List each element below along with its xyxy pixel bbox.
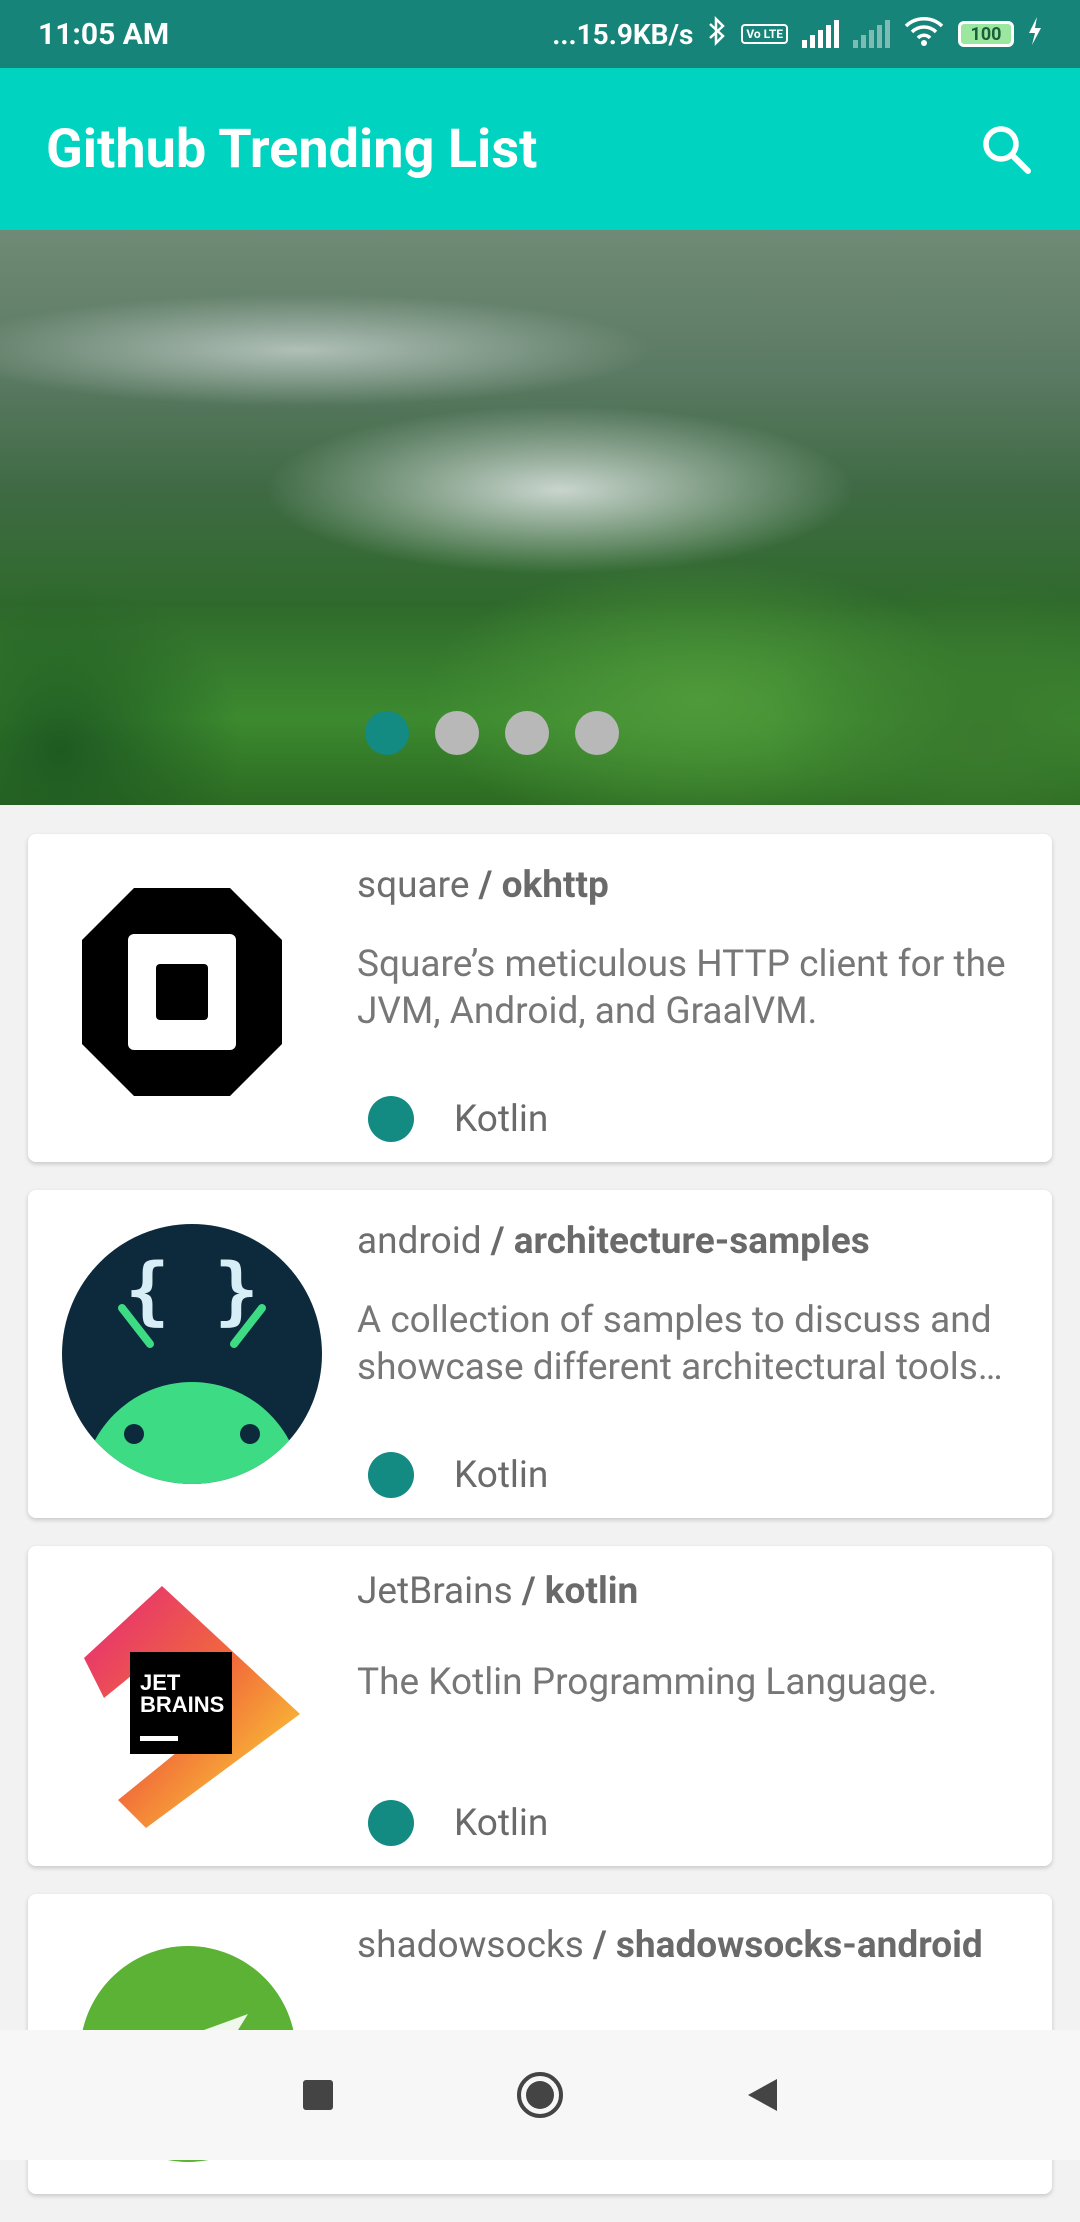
status-icons: ...15.9KB/s Vo LTE 100: [552, 15, 1042, 53]
repo-separator: /: [481, 1220, 514, 1263]
repo-separator: /: [512, 1570, 545, 1613]
android-logo-icon: { }: [62, 1224, 322, 1484]
wifi-icon: [904, 16, 944, 53]
braces-text: { }: [125, 1248, 259, 1334]
repo-card-body: JetBrains / kotlin The Kotlin Programmin…: [357, 1570, 1012, 1706]
repo-card-body: shadowsocks / shadowsocks-android: [357, 1924, 1012, 1967]
jetbrains-logo-icon: JET BRAINS: [64, 1580, 300, 1828]
language-label: Kotlin: [454, 1097, 549, 1141]
carousel-dot-1[interactable]: [365, 711, 409, 755]
carousel-dot-2[interactable]: [435, 711, 479, 755]
repo-name: okhttp: [501, 864, 609, 907]
repo-name: shadowsocks-android: [615, 1924, 983, 1967]
language-color-dot: [368, 1452, 414, 1498]
carousel-dot-3[interactable]: [505, 711, 549, 755]
repo-owner: JetBrains: [357, 1570, 513, 1613]
search-icon[interactable]: [978, 121, 1034, 177]
jetbrains-logo-line2: BRAINS: [140, 1692, 224, 1717]
square-logo-icon: [64, 874, 300, 1110]
language-color-dot: [368, 1096, 414, 1142]
language-color-dot: [368, 1800, 414, 1846]
repo-card-kotlin[interactable]: JET BRAINS JetBrains / kotlin The Kotlin…: [28, 1546, 1052, 1866]
repo-card-body: android / architecture-samples A collect…: [357, 1220, 1012, 1391]
language-label: Kotlin: [454, 1453, 549, 1497]
repo-language: Kotlin: [368, 1800, 548, 1846]
system-nav-bar: [0, 2030, 1080, 2160]
status-time: 11:05 AM: [38, 16, 170, 52]
banner-carousel[interactable]: [0, 230, 1080, 805]
carousel-dot-4[interactable]: [575, 711, 619, 755]
signal-icon-secondary: [853, 20, 890, 48]
repo-description: Square’s meticulous HTTP client for the …: [357, 943, 1006, 1033]
repo-name: kotlin: [544, 1570, 639, 1613]
repo-owner: shadowsocks: [357, 1924, 584, 1967]
recent-apps-button[interactable]: [301, 2078, 335, 2112]
status-bar: 11:05 AM ...15.9KB/s Vo LTE 100: [0, 0, 1080, 68]
repo-owner: android: [357, 1220, 482, 1263]
app-bar: Github Trending List: [0, 68, 1080, 230]
repo-language: Kotlin: [368, 1096, 548, 1142]
charging-icon: [1028, 16, 1042, 52]
signal-icon: [802, 20, 839, 48]
repo-title: JetBrains / kotlin: [357, 1570, 1012, 1613]
repo-list: square / okhttp Square’s meticulous HTTP…: [28, 834, 1052, 2222]
repo-title: shadowsocks / shadowsocks-android: [357, 1924, 1012, 1967]
repo-title: android / architecture-samples: [357, 1220, 1012, 1263]
network-speed: ...15.9KB/s: [552, 17, 694, 51]
back-button[interactable]: [745, 2077, 779, 2113]
battery-icon: 100: [958, 21, 1014, 47]
volte-icon: Vo LTE: [741, 24, 788, 44]
repo-language: Kotlin: [368, 1452, 548, 1498]
repo-card-body: square / okhttp Square’s meticulous HTTP…: [357, 864, 1012, 1035]
repo-card-okhttp[interactable]: square / okhttp Square’s meticulous HTTP…: [28, 834, 1052, 1162]
repo-separator: /: [583, 1924, 616, 1967]
repo-owner: square: [357, 864, 470, 907]
repo-title: square / okhttp: [357, 864, 1012, 907]
repo-description: The Kotlin Programming Language.: [357, 1661, 938, 1704]
bluetooth-icon: [707, 15, 727, 53]
page-title: Github Trending List: [46, 117, 538, 181]
carousel-indicator: [0, 711, 1032, 755]
repo-description: A collection of samples to discuss and s…: [357, 1299, 992, 1389]
language-label: Kotlin: [454, 1801, 549, 1845]
home-button[interactable]: [515, 2070, 565, 2120]
repo-separator: /: [469, 864, 502, 907]
repo-name: architecture-samples: [513, 1220, 870, 1263]
repo-card-architecture-samples[interactable]: { } android / architecture-samples A col…: [28, 1190, 1052, 1518]
